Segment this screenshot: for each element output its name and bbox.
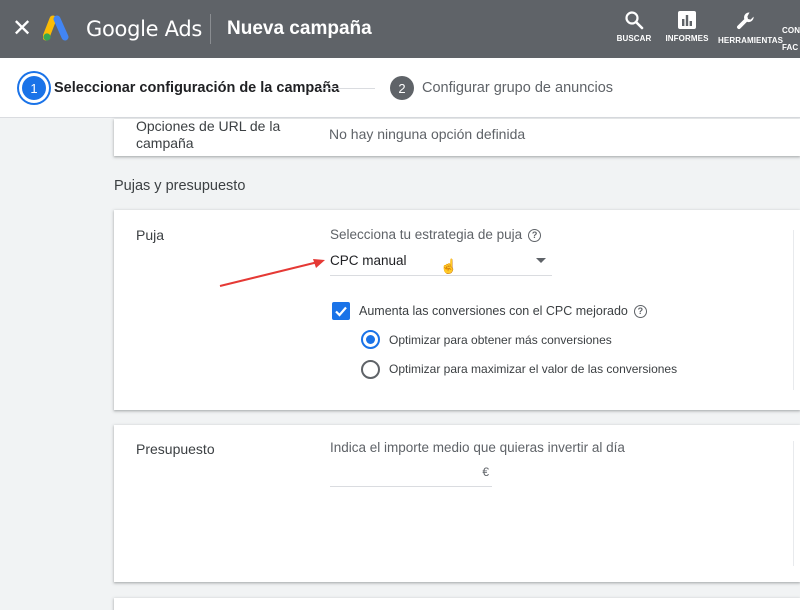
radio-conversion-value[interactable] [361,360,380,379]
billing-tool-button[interactable]: CON FAC [782,26,800,52]
enhanced-cpc-label: Aumenta las conversiones con el CPC mejo… [359,304,647,319]
header-divider [210,14,211,44]
step-number-1: 1 [22,76,46,100]
enhanced-cpc-checkbox[interactable] [332,302,350,320]
budget-card: Presupuesto Indica el importe medio que … [114,425,800,582]
top-app-bar: ✕ Google Ads Nueva campaña BUSCAR INFORM… [0,0,800,58]
currency-symbol: € [482,465,489,479]
enhanced-cpc-label-text: Aumenta las conversiones con el CPC mejo… [359,304,628,318]
bidding-prompt-text: Selecciona tu estrategia de puja [330,227,523,242]
tools-button[interactable]: HERRAMIENTAS [718,10,784,45]
chevron-down-icon [536,258,546,263]
step-label-1: Seleccionar configuración de la campaña [54,80,340,96]
step-number-2: 2 [390,76,414,100]
close-icon[interactable]: ✕ [10,15,34,43]
search-tool-label: BUSCAR [616,34,652,43]
step-configure-adgroup[interactable]: 2 Configurar grupo de anuncios [390,75,613,101]
step-select-settings[interactable]: 1 Seleccionar configuración de la campañ… [22,75,339,101]
search-icon [625,11,644,30]
google-ads-logo-icon [43,15,69,41]
billing-tool-label-line2: FAC [782,43,799,52]
section-heading: Pujas y presupuesto [114,178,246,194]
reports-tool-label: INFORMES [665,34,709,43]
radio-more-conversions-label: Optimizar para obtener más conversiones [389,333,612,347]
tools-label: HERRAMIENTAS [718,36,784,45]
help-icon[interactable]: ? [633,305,647,319]
stepper-connector [320,88,375,89]
budget-label: Presupuesto [136,441,215,457]
url-options-label-line1: Opciones de URL de la [136,118,281,134]
radio-more-conversions[interactable] [361,330,380,349]
bidding-prompt: Selecciona tu estrategia de puja? [330,227,542,242]
search-tool-button[interactable]: BUSCAR [606,10,662,43]
checkmark-icon [335,306,347,317]
hand-cursor-icon: ☝ [440,258,458,274]
reports-tool-button[interactable]: INFORMES [659,10,715,43]
step-label-2: Configurar grupo de anuncios [422,80,614,96]
bidding-card: Puja Selecciona tu estrategia de puja? C… [114,210,800,410]
reports-icon [678,11,696,29]
page-title: Nueva campaña [227,18,372,39]
url-options-label: Opciones de URL de la campaña [136,118,280,152]
campaign-stepper: 1 Seleccionar configuración de la campañ… [0,58,800,118]
card-divider [793,230,794,390]
bid-strategy-value: CPC manual [330,253,407,268]
help-icon[interactable]: ? [528,228,542,242]
next-section-card [114,598,800,610]
url-options-card[interactable]: Opciones de URL de la campaña No hay nin… [114,118,800,156]
radio-conversion-value-label: Optimizar para maximizar el valor de las… [389,362,678,376]
billing-tool-label: CON [782,26,800,35]
daily-budget-input[interactable]: € [330,461,492,487]
card-divider [793,441,794,566]
bidding-label: Puja [136,227,165,243]
wrench-icon [737,12,754,30]
brand-name: Google Ads [86,17,202,41]
budget-prompt: Indica el importe medio que quieras inve… [330,440,625,455]
url-options-label-line2: campaña [136,135,194,151]
url-options-value: No hay ninguna opción definida [329,126,526,142]
